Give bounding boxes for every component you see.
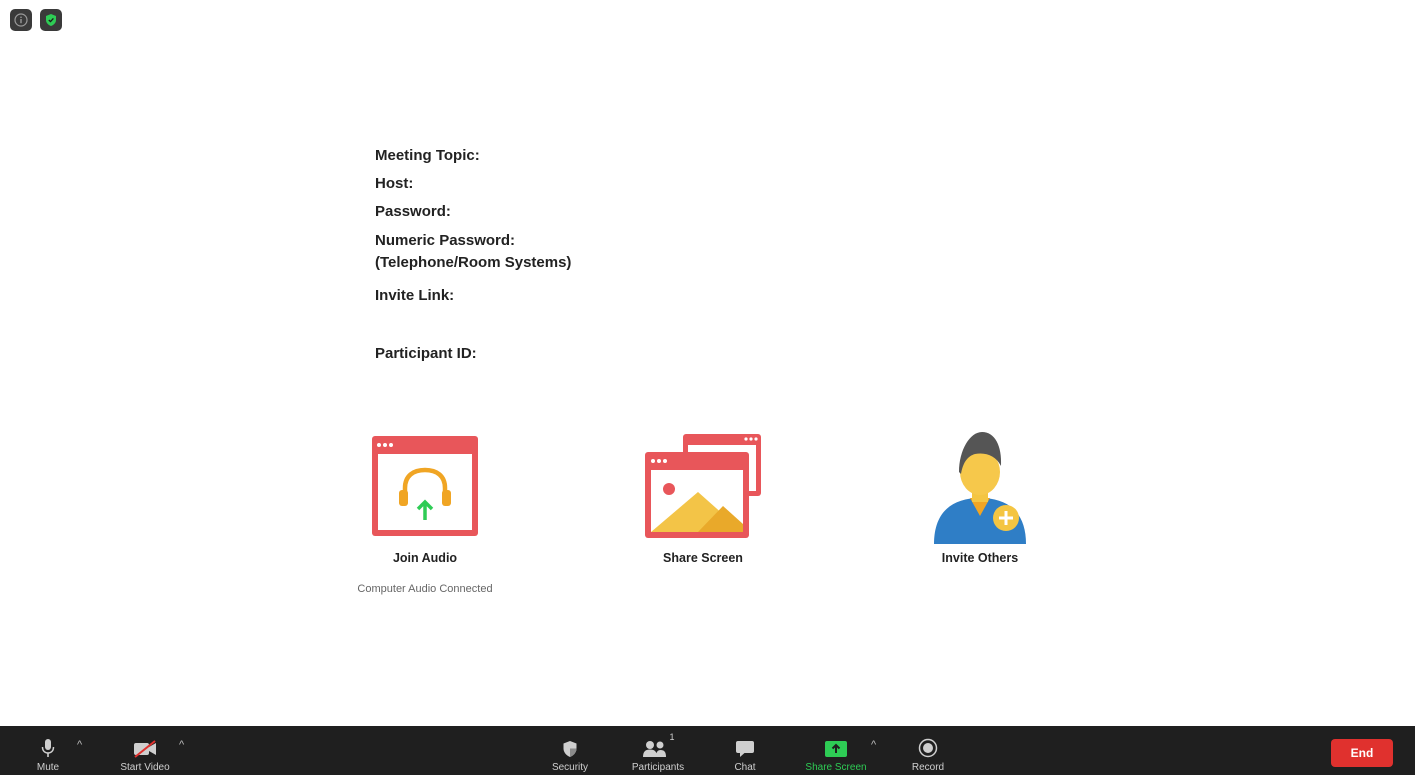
microphone-icon (40, 726, 56, 758)
share-options-chevron-icon[interactable]: ^ (871, 739, 876, 751)
security-button[interactable]: Security (545, 726, 595, 775)
invite-link-label: Invite Link: (375, 287, 455, 304)
participants-button[interactable]: 1 Participants (622, 726, 694, 775)
chat-bubble-icon (735, 726, 755, 758)
video-options-chevron-icon[interactable]: ^ (179, 739, 184, 751)
participants-label: Participants (631, 762, 685, 773)
invite-others-icon[interactable] (880, 432, 1080, 547)
chat-button[interactable]: Chat (725, 726, 765, 775)
mute-options-chevron-icon[interactable]: ^ (77, 739, 82, 751)
password-label: Password: (375, 203, 451, 220)
status-icons (10, 9, 62, 31)
numeric-password-sub: (Telephone/Room Systems) (375, 254, 572, 271)
share-screen-label[interactable]: Share Screen (603, 551, 803, 565)
join-audio-action[interactable]: Join Audio Computer Audio Connected (325, 432, 525, 595)
join-audio-icon[interactable] (325, 432, 525, 547)
start-video-button[interactable]: Start Video (112, 726, 178, 775)
record-icon (918, 726, 938, 758)
info-icon[interactable] (10, 9, 32, 31)
security-label: Security (551, 762, 589, 773)
shield-icon[interactable] (40, 9, 62, 31)
participants-icon: 1 (641, 726, 675, 758)
share-screen-arrow-icon (824, 726, 848, 758)
share-screen-button[interactable]: Share Screen (797, 726, 875, 775)
participant-id-label: Participant ID: (375, 345, 477, 362)
share-screen-action[interactable]: Share Screen (603, 432, 803, 565)
join-audio-label[interactable]: Join Audio (325, 551, 525, 565)
chat-label: Chat (734, 762, 756, 773)
mute-button[interactable]: Mute (28, 726, 68, 775)
mute-label: Mute (36, 762, 60, 773)
numeric-password-label: Numeric Password: (375, 232, 516, 249)
share-screen-icon[interactable] (603, 432, 803, 547)
meeting-topic-label: Meeting Topic: (375, 147, 480, 164)
invite-others-label[interactable]: Invite Others (880, 551, 1080, 565)
video-off-icon (132, 726, 158, 758)
share-screen-toolbar-label: Share Screen (805, 762, 867, 773)
meeting-toolbar: Mute ^ Start Video ^ Security 1 Particip… (0, 726, 1415, 775)
start-video-label: Start Video (120, 762, 170, 773)
security-shield-icon (562, 726, 578, 758)
invite-others-action[interactable]: Invite Others (880, 432, 1080, 565)
end-meeting-button[interactable]: End (1331, 739, 1393, 767)
participants-count: 1 (669, 732, 675, 742)
record-label: Record (911, 762, 945, 773)
audio-status-text: Computer Audio Connected (357, 583, 493, 595)
host-label: Host: (375, 175, 414, 192)
record-button[interactable]: Record (903, 726, 953, 775)
